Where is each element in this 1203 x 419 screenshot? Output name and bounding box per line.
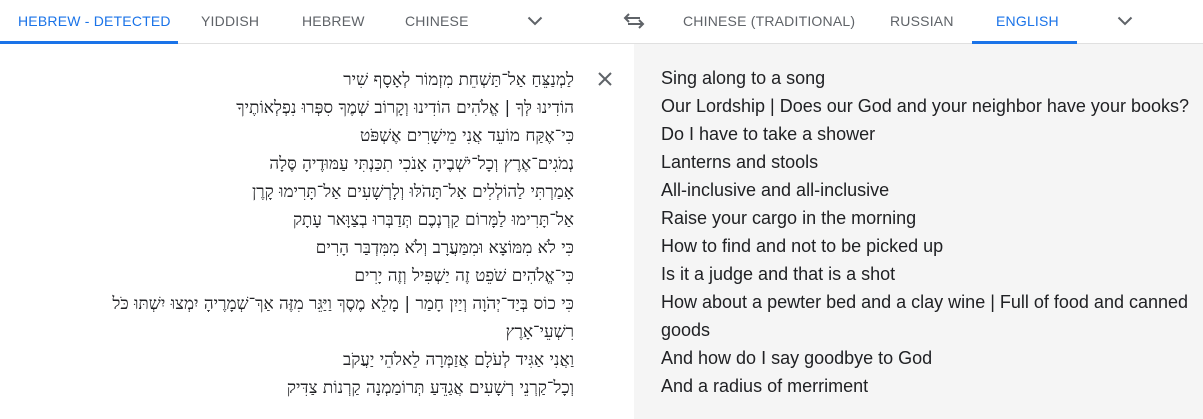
translation-line: Lanterns and stools <box>661 152 819 172</box>
translation-panel: Sing along to a song Our Lordship | Does… <box>634 44 1203 419</box>
language-tab-bar: HEBREW - DETECTED YIDDISH HEBREW CHINESE… <box>0 0 1203 44</box>
chevron-down-icon <box>527 16 543 26</box>
source-line: נְמֹגִים־אֶרֶץ וְכָל־יֹשְׁבֶיהָ אָנֹכִי … <box>269 154 574 174</box>
source-line: אַל־תָּרִימוּ לַמָּרוֹם קַרְנְכֶם תְּדַב… <box>292 210 574 230</box>
translation-line: And a radius of merriment <box>661 376 869 396</box>
translation-line: How to find and not to be picked up <box>661 236 944 256</box>
translation-line: How about a pewter bed and a clay wine |… <box>661 292 1189 312</box>
tab-russian[interactable]: RUSSIAN <box>890 0 954 42</box>
source-line: כִּי כוֹס בְּיַד־יְהֹוָה וְיַיִן חָמַר |… <box>112 294 574 314</box>
source-line: כִּי לֹא מִמּוֹצָא וּמִמַּעֲרָב וְלֹא מִ… <box>315 238 574 258</box>
tab-english[interactable]: ENGLISH <box>996 0 1059 42</box>
translation-line: Sing along to a song <box>661 68 826 88</box>
translation-line: All-inclusive and all-inclusive <box>661 180 890 200</box>
chevron-down-icon <box>1117 16 1133 26</box>
translation-line: Do I have to take a shower <box>661 124 876 144</box>
source-line: וַאֲנִי אַגִּיד לְעֹלָם אֲזַמְּרָה לֵאלֹ… <box>343 350 574 370</box>
more-target-languages-button[interactable] <box>1112 0 1138 42</box>
source-line: כִּי־אֶקַּח מוֹעֵד אֲנִי מֵישָׁרִים אֶשְ… <box>359 126 574 146</box>
translation-line: And how do I say goodbye to God <box>661 348 933 368</box>
translation-line: goods <box>661 320 711 340</box>
source-line: כִּי־אֱלֹהִים שֹׁפֵט זֶה יַשְׁפִּיל וְזֶ… <box>354 266 574 286</box>
source-text-area[interactable]: לַמְנַצֵּחַ אַל־תַּשְׁחֵת מִזְמוֹר לְאָס… <box>34 66 574 402</box>
tab-hebrew[interactable]: HEBREW <box>302 0 365 42</box>
source-line: רִשְׁעֵי־אָרֶץ <box>505 322 574 342</box>
source-line: אָמַרְתִּי לַהוֹלְלִים אַל־תָּהֹלּוּ וְל… <box>251 182 574 202</box>
swap-arrows-icon <box>623 13 645 29</box>
source-line: לַמְנַצֵּחַ אַל־תַּשְׁחֵת מִזְמוֹר לְאָס… <box>343 70 574 90</box>
tab-chinese-traditional[interactable]: CHINESE (TRADITIONAL) <box>683 0 855 42</box>
tab-chinese[interactable]: CHINESE <box>405 0 469 42</box>
source-line: וְכָל־קַרְנֵי רְשָׁעִים אֲגַדֵּעַ תְּרוֹ… <box>286 378 574 398</box>
close-icon <box>598 72 612 86</box>
swap-languages-button[interactable] <box>620 0 648 42</box>
more-source-languages-button[interactable] <box>522 0 548 42</box>
translation-line: Raise your cargo in the morning <box>661 208 917 228</box>
translation-line: Is it a judge and that is a shot <box>661 264 896 284</box>
translation-line: Our Lordship | Does our God and your nei… <box>661 96 1189 116</box>
source-line: הוֹדִינוּ לְּךָ | אֱלֹהִים הוֹדִינוּ וְק… <box>236 98 574 118</box>
tab-hebrew-detected[interactable]: HEBREW - DETECTED <box>18 0 171 42</box>
source-text-panel: לַמְנַצֵּחַ אַל־תַּשְׁחֵת מִזְמוֹר לְאָס… <box>0 44 634 419</box>
clear-source-button[interactable] <box>594 68 616 90</box>
tab-yiddish[interactable]: YIDDISH <box>201 0 259 42</box>
translation-text: Sing along to a song Our Lordship | Does… <box>661 64 1191 400</box>
